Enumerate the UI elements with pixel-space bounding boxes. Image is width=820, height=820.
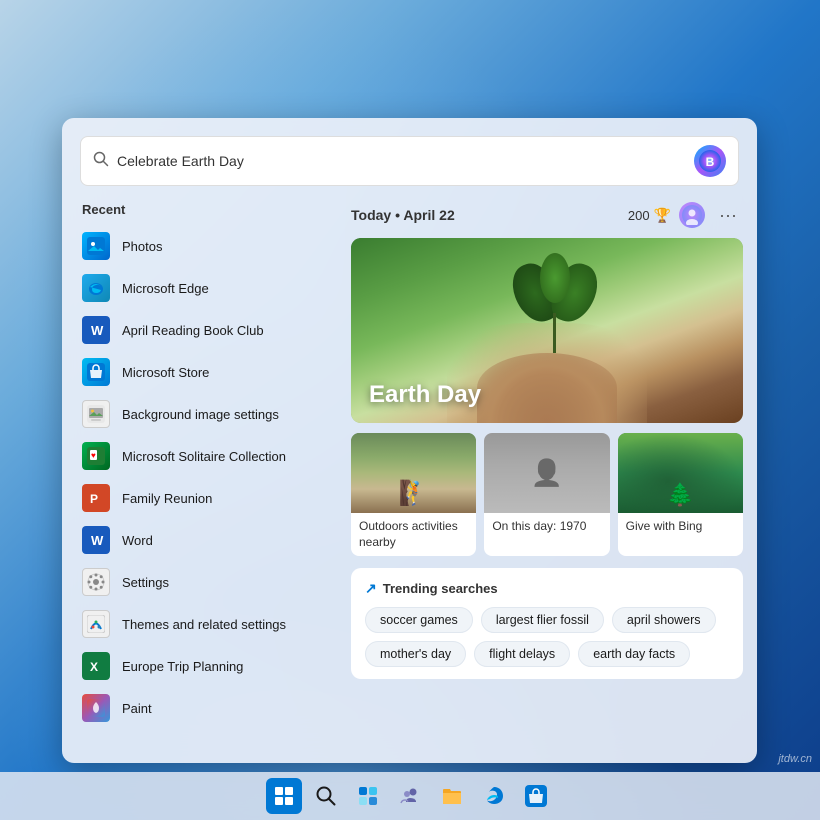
widgets-button[interactable] [350,778,386,814]
trending-tag-soccer[interactable]: soccer games [365,607,473,633]
right-panel: Today • April 22 200 🏆 ··· [337,198,757,763]
sidebar-item-label: Europe Trip Planning [122,659,243,674]
trending-section: ↗ Trending searches soccer games largest… [351,568,743,679]
search-input[interactable] [117,153,694,169]
excel-icon: X [82,652,110,680]
trending-tag-showers[interactable]: april showers [612,607,716,633]
svg-text:W: W [91,533,104,548]
settings-icon [82,568,110,596]
svg-text:B: B [706,155,715,169]
sidebar-item-label: Word [122,533,153,548]
sidebar-item-book-club[interactable]: W April Reading Book Club [74,309,325,351]
more-options-button[interactable]: ··· [713,203,743,228]
svg-text:X: X [90,660,98,674]
store-icon [82,358,110,386]
card-history[interactable]: 👤 On this day: 1970 [484,433,609,556]
sidebar: Recent Photos Microsoft Edge W [62,198,337,763]
today-header-actions: 200 🏆 ··· [628,202,743,228]
trending-title: Trending searches [383,581,498,596]
card-outdoors-image: 🧗 [351,433,476,513]
sidebar-item-paint[interactable]: Paint [74,687,325,729]
trending-tag-earth[interactable]: earth day facts [578,641,690,667]
points-badge: 200 🏆 [628,207,671,224]
svg-text:P: P [90,492,98,506]
sidebar-item-store[interactable]: Microsoft Store [74,351,325,393]
store-taskbar-button[interactable] [518,778,554,814]
sidebar-item-themes[interactable]: Themes and related settings [74,603,325,645]
card-bing-image: 🌲 [618,433,743,513]
trophy-icon: 🏆 [654,207,671,224]
today-header: Today • April 22 200 🏆 ··· [351,198,743,238]
card-outdoors-label: Outdoors activities nearby [351,513,476,556]
trending-tag-mothers[interactable]: mother's day [365,641,466,667]
trending-tag-flight[interactable]: flight delays [474,641,570,667]
search-icon [93,151,109,171]
photos-icon [82,232,110,260]
trending-arrow-icon: ↗ [365,580,377,597]
sidebar-item-label: April Reading Book Club [122,323,264,338]
trending-header: ↗ Trending searches [365,580,729,597]
sidebar-item-label: Microsoft Edge [122,281,209,296]
card-history-label: On this day: 1970 [484,513,609,541]
today-title: Today • April 22 [351,207,455,223]
edge-taskbar-button[interactable] [476,778,512,814]
sidebar-item-settings[interactable]: Settings [74,561,325,603]
svg-text:♥: ♥ [91,451,96,460]
word-icon-2: W [82,526,110,554]
sidebar-item-word[interactable]: W Word [74,519,325,561]
search-bar[interactable]: B [80,136,739,186]
teams-button[interactable] [392,778,428,814]
bing-logo: B [694,145,726,177]
paint-icon [82,694,110,722]
trending-tags: soccer games largest flier fossil april … [365,607,729,667]
word-icon: W [82,316,110,344]
file-explorer-button[interactable] [434,778,470,814]
sidebar-item-label: Settings [122,575,169,590]
avatar[interactable] [679,202,705,228]
card-bing[interactable]: 🌲 Give with Bing [618,433,743,556]
main-content: Recent Photos Microsoft Edge W [62,198,757,763]
sidebar-item-label: Family Reunion [122,491,212,506]
card-outdoors[interactable]: 🧗 Outdoors activities nearby [351,433,476,556]
search-taskbar-button[interactable] [308,778,344,814]
sidebar-item-label: Themes and related settings [122,617,286,632]
sidebar-item-label: Paint [122,701,152,716]
sidebar-item-photos[interactable]: Photos [74,225,325,267]
sidebar-recent-title: Recent [74,198,325,225]
trending-tag-fossil[interactable]: largest flier fossil [481,607,604,633]
sidebar-item-label: Photos [122,239,162,254]
start-button[interactable] [266,778,302,814]
sidebar-item-family-reunion[interactable]: P Family Reunion [74,477,325,519]
sidebar-item-label: Microsoft Store [122,365,209,380]
card-history-image: 👤 [484,433,609,513]
solitaire-icon: ♥ [82,442,110,470]
sidebar-item-bg-settings[interactable]: Background image settings [74,393,325,435]
themes-icon [82,610,110,638]
svg-text:W: W [91,323,104,338]
card-bing-label: Give with Bing [618,513,743,541]
sidebar-item-label: Microsoft Solitaire Collection [122,449,286,464]
edge-icon [82,274,110,302]
sidebar-item-solitaire[interactable]: ♥ Microsoft Solitaire Collection [74,435,325,477]
powerpoint-icon: P [82,484,110,512]
sidebar-item-edge[interactable]: Microsoft Edge [74,267,325,309]
watermark: jtdw.cn [778,753,812,765]
sidebar-item-europe-trip[interactable]: X Europe Trip Planning [74,645,325,687]
start-menu: B Recent Photos Microsoft Edge [62,118,757,763]
image-settings-icon [82,400,110,428]
hero-image[interactable]: Earth Day [351,238,743,423]
hero-plant [515,253,595,353]
sidebar-item-label: Background image settings [122,407,279,422]
taskbar [0,772,820,820]
hero-label: Earth Day [369,381,481,409]
card-grid: 🧗 Outdoors activities nearby 👤 On this d… [351,433,743,556]
